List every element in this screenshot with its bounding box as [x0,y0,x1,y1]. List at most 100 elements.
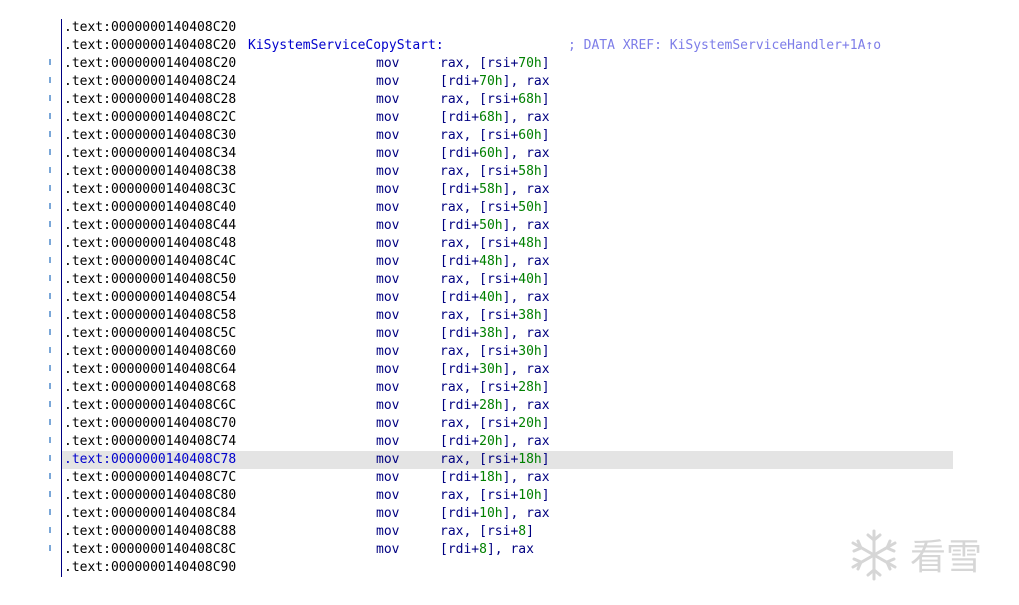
flow-arrow-marker[interactable] [49,329,51,335]
flow-arrow-marker[interactable] [49,293,51,299]
instruction-operands[interactable]: [rdi+8], rax [440,541,534,559]
disassembly-view[interactable]: .text:0000000140408C20 .text:000000014040… [0,0,1019,605]
listing-line[interactable]: .text:0000000140408C64 mov [rdi+30h], rax [0,361,1019,379]
line-address[interactable]: .text:0000000140408C40 [64,199,236,217]
instruction-mnemonic[interactable]: mov [376,487,399,505]
listing-line[interactable]: .text:0000000140408C38 mov rax, [rsi+58h] [0,163,1019,181]
line-address[interactable]: .text:0000000140408C68 [64,379,236,397]
listing-line[interactable]: .text:0000000140408C40 mov rax, [rsi+50h] [0,199,1019,217]
line-address[interactable]: .text:0000000140408C2C [64,109,236,127]
listing-line[interactable]: .text:0000000140408C28 mov rax, [rsi+68h] [0,91,1019,109]
listing-line[interactable]: .text:0000000140408C68 mov rax, [rsi+28h] [0,379,1019,397]
flow-arrow-marker[interactable] [49,203,51,209]
line-address[interactable]: .text:0000000140408C88 [64,523,236,541]
instruction-operands[interactable]: rax, [rsi+8] [440,523,534,541]
listing-line[interactable]: .text:0000000140408C74 mov [rdi+20h], rax [0,433,1019,451]
line-address[interactable]: .text:0000000140408C7C [64,469,236,487]
listing-line[interactable]: .text:0000000140408C4C mov [rdi+48h], rax [0,253,1019,271]
flow-arrow-marker[interactable] [49,491,51,497]
flow-arrow-marker[interactable] [49,383,51,389]
instruction-mnemonic[interactable]: mov [376,145,399,163]
listing-line[interactable]: .text:0000000140408C20 [0,19,1019,37]
line-address[interactable]: .text:0000000140408C5C [64,325,236,343]
instruction-mnemonic[interactable]: mov [376,55,399,73]
instruction-mnemonic[interactable]: mov [376,469,399,487]
line-address[interactable]: .text:0000000140408C48 [64,235,236,253]
instruction-operands[interactable]: [rdi+58h], rax [440,181,550,199]
flow-arrow-marker[interactable] [49,185,51,191]
instruction-operands[interactable]: rax, [rsi+68h] [440,91,550,109]
line-address[interactable]: .text:0000000140408C84 [64,505,236,523]
flow-arrow-marker[interactable] [49,131,51,137]
flow-arrow-marker[interactable] [49,545,51,551]
line-address[interactable]: .text:0000000140408C8C [64,541,236,559]
instruction-operands[interactable]: [rdi+30h], rax [440,361,550,379]
flow-arrow-marker[interactable] [49,257,51,263]
listing-line[interactable]: .text:0000000140408C2C mov [rdi+68h], rax [0,109,1019,127]
instruction-mnemonic[interactable]: mov [376,325,399,343]
line-address[interactable]: .text:0000000140408C78 [64,451,236,469]
instruction-mnemonic[interactable]: mov [376,307,399,325]
instruction-mnemonic[interactable]: mov [376,379,399,397]
line-address[interactable]: .text:0000000140408C70 [64,415,236,433]
instruction-operands[interactable]: rax, [rsi+70h] [440,55,550,73]
instruction-operands[interactable]: [rdi+28h], rax [440,397,550,415]
instruction-mnemonic[interactable]: mov [376,451,399,469]
flow-arrow-marker[interactable] [49,167,51,173]
listing-line[interactable]: .text:0000000140408C5C mov [rdi+38h], rax [0,325,1019,343]
function-label[interactable]: KiSystemServiceCopyStart: [248,37,444,55]
flow-arrow-marker[interactable] [49,95,51,101]
listing-line[interactable]: .text:0000000140408C34 mov [rdi+60h], rax [0,145,1019,163]
listing-line[interactable]: .text:0000000140408C60 mov rax, [rsi+30h] [0,343,1019,361]
listing-line[interactable]: .text:0000000140408C54 mov [rdi+40h], rax [0,289,1019,307]
flow-arrow-marker[interactable] [49,239,51,245]
instruction-operands[interactable]: [rdi+40h], rax [440,289,550,307]
line-address[interactable]: .text:0000000140408C4C [64,253,236,271]
instruction-mnemonic[interactable]: mov [376,199,399,217]
flow-arrow-marker[interactable] [49,455,51,461]
listing-line[interactable]: .text:0000000140408C24 mov [rdi+70h], rax [0,73,1019,91]
instruction-operands[interactable]: [rdi+60h], rax [440,145,550,163]
line-address[interactable]: .text:0000000140408C20 [64,55,236,73]
flow-arrow-marker[interactable] [49,473,51,479]
flow-arrow-marker[interactable] [49,311,51,317]
listing-line[interactable]: .text:0000000140408C50 mov rax, [rsi+40h] [0,271,1019,289]
instruction-operands[interactable]: rax, [rsi+50h] [440,199,550,217]
instruction-operands[interactable]: rax, [rsi+58h] [440,163,550,181]
xref-comment[interactable]: ; DATA XREF: KiSystemServiceHandler+1A↑o [568,37,881,55]
flow-arrow-marker[interactable] [49,221,51,227]
flow-arrow-marker[interactable] [49,77,51,83]
line-address[interactable]: .text:0000000140408C54 [64,289,236,307]
instruction-mnemonic[interactable]: mov [376,397,399,415]
instruction-mnemonic[interactable]: mov [376,541,399,559]
instruction-operands[interactable]: rax, [rsi+20h] [440,415,550,433]
instruction-mnemonic[interactable]: mov [376,361,399,379]
line-address[interactable]: .text:0000000140408C28 [64,91,236,109]
listing-line[interactable]: .text:0000000140408C48 mov rax, [rsi+48h] [0,235,1019,253]
listing-line[interactable]: .text:0000000140408C80 mov rax, [rsi+10h] [0,487,1019,505]
listing-line-selected[interactable]: .text:0000000140408C78 mov rax, [rsi+18h] [0,451,1019,469]
line-address[interactable]: .text:0000000140408C60 [64,343,236,361]
flow-arrow-marker[interactable] [49,113,51,119]
listing-line[interactable]: .text:0000000140408C3C mov [rdi+58h], rax [0,181,1019,199]
instruction-mnemonic[interactable]: mov [376,217,399,235]
instruction-operands[interactable]: [rdi+70h], rax [440,73,550,91]
line-address[interactable]: .text:0000000140408C24 [64,73,236,91]
listing-line[interactable]: .text:0000000140408C20 KiSystemServiceCop… [0,37,1019,55]
instruction-operands[interactable]: rax, [rsi+60h] [440,127,550,145]
instruction-operands[interactable]: rax, [rsi+30h] [440,343,550,361]
instruction-mnemonic[interactable]: mov [376,523,399,541]
flow-arrow-marker[interactable] [49,527,51,533]
instruction-mnemonic[interactable]: mov [376,181,399,199]
line-address[interactable]: .text:0000000140408C38 [64,163,236,181]
instruction-mnemonic[interactable]: mov [376,91,399,109]
line-address[interactable]: .text:0000000140408C34 [64,145,236,163]
instruction-operands[interactable]: [rdi+50h], rax [440,217,550,235]
instruction-operands[interactable]: rax, [rsi+48h] [440,235,550,253]
listing-line[interactable]: .text:0000000140408C6C mov [rdi+28h], rax [0,397,1019,415]
line-address[interactable]: .text:0000000140408C64 [64,361,236,379]
flow-arrow-marker[interactable] [49,275,51,281]
line-address[interactable]: .text:0000000140408C20 [64,19,236,37]
instruction-mnemonic[interactable]: mov [376,505,399,523]
instruction-operands[interactable]: [rdi+48h], rax [440,253,550,271]
